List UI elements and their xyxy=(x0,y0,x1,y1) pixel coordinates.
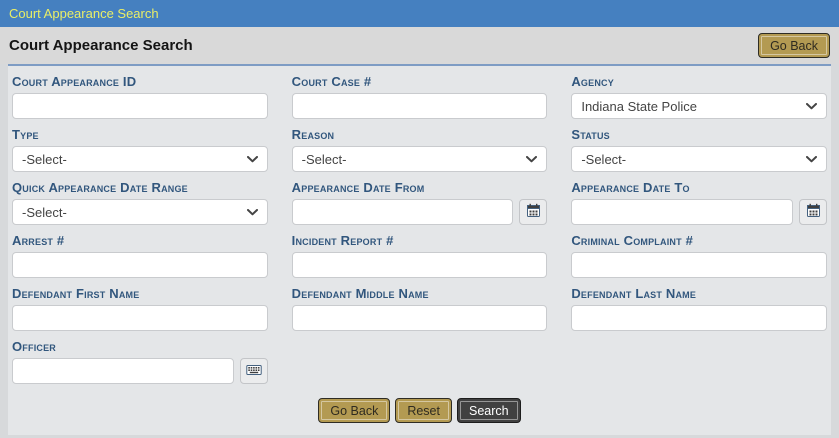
type-select[interactable]: -Select- xyxy=(12,146,268,172)
keyboard-icon xyxy=(246,364,262,379)
incident-report-number-input[interactable] xyxy=(292,252,548,278)
search-button[interactable]: Search xyxy=(457,398,521,423)
field-incident-report-number: Incident Report # xyxy=(292,234,548,278)
officer-label: Officer xyxy=(12,340,268,354)
status-select[interactable]: -Select- xyxy=(571,146,827,172)
officer-group xyxy=(12,358,268,384)
form-actions: Go Back Reset Search xyxy=(12,398,827,423)
agency-select-value: Indiana State Police xyxy=(581,99,697,114)
appearance-date-from-input[interactable] xyxy=(292,199,514,225)
quick-appearance-date-range-select-value: -Select- xyxy=(22,205,67,220)
appearance-date-from-calendar-button[interactable] xyxy=(519,199,547,225)
field-court-appearance-id: Court Appearance ID xyxy=(12,75,268,119)
field-agency: Agency Indiana State Police xyxy=(571,75,827,119)
chevron-down-icon xyxy=(806,103,817,110)
agency-label: Agency xyxy=(571,75,827,89)
field-arrest-number: Arrest # xyxy=(12,234,268,278)
page-title: Court Appearance Search xyxy=(9,37,193,54)
defendant-first-name-input[interactable] xyxy=(12,305,268,331)
calendar-icon xyxy=(806,203,821,221)
arrest-number-label: Arrest # xyxy=(12,234,268,248)
appearance-date-to-label: Appearance Date To xyxy=(571,181,827,195)
reset-button[interactable]: Reset xyxy=(395,398,452,423)
type-label: Type xyxy=(12,128,268,142)
reason-select-value: -Select- xyxy=(302,152,347,167)
reason-select[interactable]: -Select- xyxy=(292,146,548,172)
field-type: Type -Select- xyxy=(12,128,268,172)
court-case-number-input[interactable] xyxy=(292,93,548,119)
appearance-date-to-group xyxy=(571,199,827,225)
chevron-down-icon xyxy=(247,209,258,216)
criminal-complaint-number-input[interactable] xyxy=(571,252,827,278)
court-appearance-id-input[interactable] xyxy=(12,93,268,119)
officer-keyboard-button[interactable] xyxy=(240,358,268,384)
incident-report-number-label: Incident Report # xyxy=(292,234,548,248)
status-select-value: -Select- xyxy=(581,152,626,167)
field-defendant-middle-name: Defendant Middle Name xyxy=(292,287,548,331)
field-defendant-first-name: Defendant First Name xyxy=(12,287,268,331)
chevron-down-icon xyxy=(806,156,817,163)
breadcrumb-title: Court Appearance Search xyxy=(9,6,159,21)
field-criminal-complaint-number: Criminal Complaint # xyxy=(571,234,827,278)
type-select-value: -Select- xyxy=(22,152,67,167)
go-back-button-top[interactable]: Go Back xyxy=(758,33,830,58)
form-grid: Court Appearance ID Court Case # Agency … xyxy=(12,75,827,384)
field-officer: Officer xyxy=(12,340,268,384)
appearance-date-from-label: Appearance Date From xyxy=(292,181,548,195)
defendant-middle-name-input[interactable] xyxy=(292,305,548,331)
court-appearance-id-label: Court Appearance ID xyxy=(12,75,268,89)
appearance-date-to-calendar-button[interactable] xyxy=(799,199,827,225)
field-defendant-last-name: Defendant Last Name xyxy=(571,287,827,331)
field-court-case-number: Court Case # xyxy=(292,75,548,119)
field-reason: Reason -Select- xyxy=(292,128,548,172)
calendar-icon xyxy=(526,203,541,221)
page: Court Appearance Search Court Appearance… xyxy=(0,0,839,438)
appearance-date-to-input[interactable] xyxy=(571,199,793,225)
officer-input[interactable] xyxy=(12,358,234,384)
defendant-middle-name-label: Defendant Middle Name xyxy=(292,287,548,301)
criminal-complaint-number-label: Criminal Complaint # xyxy=(571,234,827,248)
appearance-date-from-group xyxy=(292,199,548,225)
defendant-last-name-input[interactable] xyxy=(571,305,827,331)
defendant-first-name-label: Defendant First Name xyxy=(12,287,268,301)
reason-label: Reason xyxy=(292,128,548,142)
chevron-down-icon xyxy=(526,156,537,163)
quick-appearance-date-range-label: Quick Appearance Date Range xyxy=(12,181,268,195)
court-case-number-label: Court Case # xyxy=(292,75,548,89)
field-appearance-date-from: Appearance Date From xyxy=(292,181,548,225)
chevron-down-icon xyxy=(247,156,258,163)
search-form-panel: Court Appearance ID Court Case # Agency … xyxy=(8,64,831,435)
field-status: Status -Select- xyxy=(571,128,827,172)
agency-select[interactable]: Indiana State Police xyxy=(571,93,827,119)
status-label: Status xyxy=(571,128,827,142)
field-appearance-date-to: Appearance Date To xyxy=(571,181,827,225)
top-nav-bar: Court Appearance Search xyxy=(0,0,839,27)
field-quick-appearance-date-range: Quick Appearance Date Range -Select- xyxy=(12,181,268,225)
go-back-button[interactable]: Go Back xyxy=(318,398,390,423)
arrest-number-input[interactable] xyxy=(12,252,268,278)
defendant-last-name-label: Defendant Last Name xyxy=(571,287,827,301)
quick-appearance-date-range-select[interactable]: -Select- xyxy=(12,199,268,225)
page-header: Court Appearance Search Go Back xyxy=(0,27,839,64)
